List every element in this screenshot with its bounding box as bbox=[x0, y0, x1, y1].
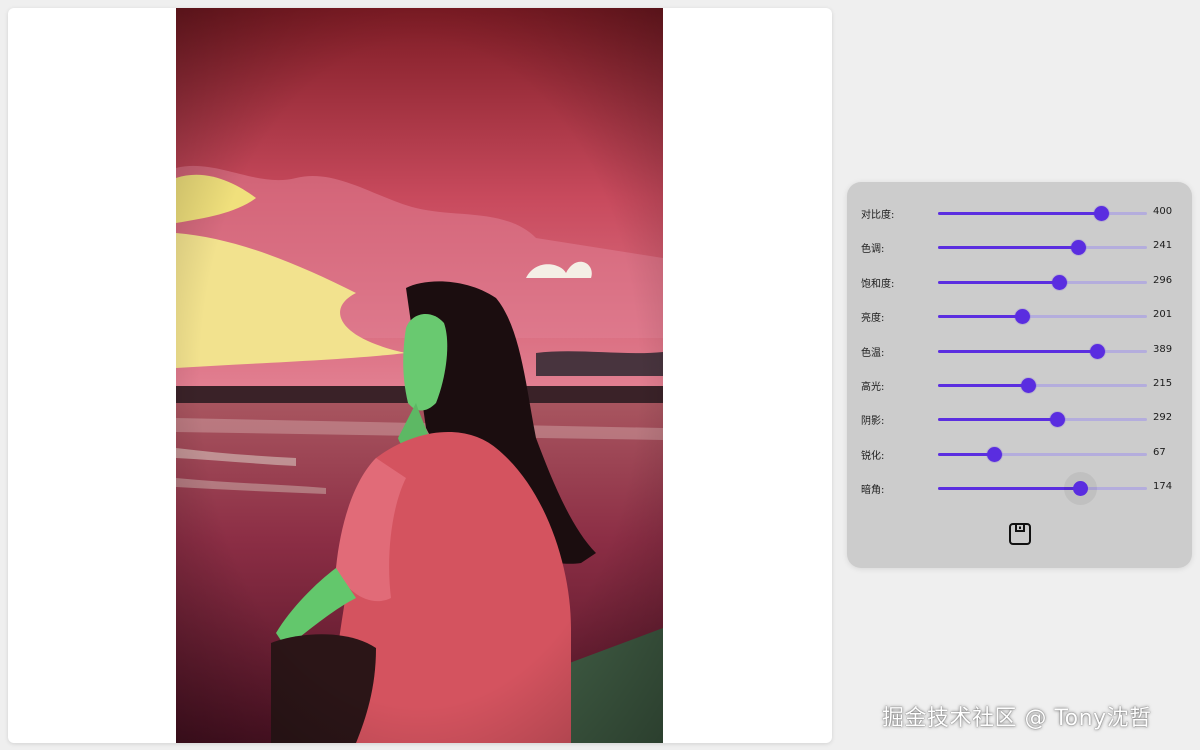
slider-fill bbox=[938, 246, 1079, 250]
slider-track[interactable] bbox=[938, 446, 1147, 462]
photo-image bbox=[176, 8, 663, 743]
slider-label: 对比度: bbox=[861, 210, 895, 221]
slider-fill bbox=[938, 212, 1102, 215]
slider-row: 阴影: 292 bbox=[847, 409, 1192, 429]
slider-fill bbox=[938, 418, 1058, 422]
slider-row: 暗角: 174 bbox=[847, 478, 1192, 498]
slider-label: 饱和度: bbox=[861, 278, 895, 290]
slider-value: 389 bbox=[1153, 343, 1173, 355]
slider-value: 241 bbox=[1153, 240, 1173, 252]
edited-photo bbox=[176, 8, 663, 743]
slider-thumb[interactable] bbox=[1050, 412, 1066, 428]
slider-value: 67 bbox=[1153, 446, 1166, 458]
adjustment-panel: 对比度: 400 色调: 241 饱和度: 296 亮度: 201 色温: 389 高光: 215 阴影… bbox=[847, 182, 1192, 568]
save-button[interactable] bbox=[1006, 520, 1033, 547]
slider-label: 高光: bbox=[861, 382, 885, 393]
slider-value: 296 bbox=[1153, 274, 1173, 286]
slider-value: 201 bbox=[1153, 309, 1173, 321]
slider-track[interactable] bbox=[938, 343, 1147, 359]
slider-value: 400 bbox=[1153, 206, 1173, 217]
slider-row: 色调: 241 bbox=[847, 237, 1192, 257]
slider-track[interactable] bbox=[938, 378, 1147, 393]
slider-value: 215 bbox=[1153, 378, 1173, 389]
slider-fill bbox=[938, 280, 1060, 284]
slider-label: 暗角: bbox=[861, 485, 885, 497]
slider-fill bbox=[938, 487, 1081, 491]
slider-track[interactable] bbox=[938, 412, 1147, 428]
slider-track[interactable] bbox=[938, 240, 1147, 256]
save-icon bbox=[1008, 522, 1031, 545]
slider-thumb[interactable] bbox=[1014, 309, 1030, 325]
slider-label: 锐化: bbox=[861, 450, 885, 462]
slider-thumb[interactable] bbox=[1073, 481, 1089, 497]
slider-row: 高光: 215 bbox=[847, 375, 1192, 395]
slider-row: 锐化: 67 bbox=[847, 444, 1192, 464]
slider-row: 对比度: 400 bbox=[847, 203, 1192, 223]
slider-value: 292 bbox=[1153, 412, 1173, 424]
slider-fill bbox=[938, 349, 1097, 353]
slider-track[interactable] bbox=[938, 274, 1147, 290]
slider-label: 色调: bbox=[861, 244, 885, 256]
slider-track[interactable] bbox=[938, 309, 1147, 325]
slider-label: 阴影: bbox=[861, 416, 885, 428]
slider-fill bbox=[938, 315, 1022, 319]
slider-fill bbox=[938, 384, 1028, 387]
slider-track[interactable] bbox=[938, 206, 1147, 221]
slider-label: 亮度: bbox=[861, 313, 885, 325]
slider-thumb[interactable] bbox=[1094, 206, 1110, 221]
slider-thumb[interactable] bbox=[1089, 343, 1105, 359]
slider-label: 色温: bbox=[861, 347, 885, 359]
slider-thumb[interactable] bbox=[1071, 240, 1087, 256]
slider-thumb[interactable] bbox=[987, 446, 1003, 462]
slider-value: 174 bbox=[1153, 481, 1173, 493]
slider-row: 饱和度: 296 bbox=[847, 272, 1192, 292]
watermark-text: 掘金技术社区 @ Tony沈哲 bbox=[882, 706, 1152, 731]
slider-track[interactable] bbox=[938, 481, 1147, 497]
slider-row: 色温: 389 bbox=[847, 341, 1192, 361]
slider-thumb[interactable] bbox=[1020, 378, 1036, 393]
slider-row: 亮度: 201 bbox=[847, 306, 1192, 326]
image-canvas bbox=[8, 8, 832, 743]
slider-thumb[interactable] bbox=[1052, 274, 1068, 290]
slider-fill bbox=[938, 452, 995, 456]
